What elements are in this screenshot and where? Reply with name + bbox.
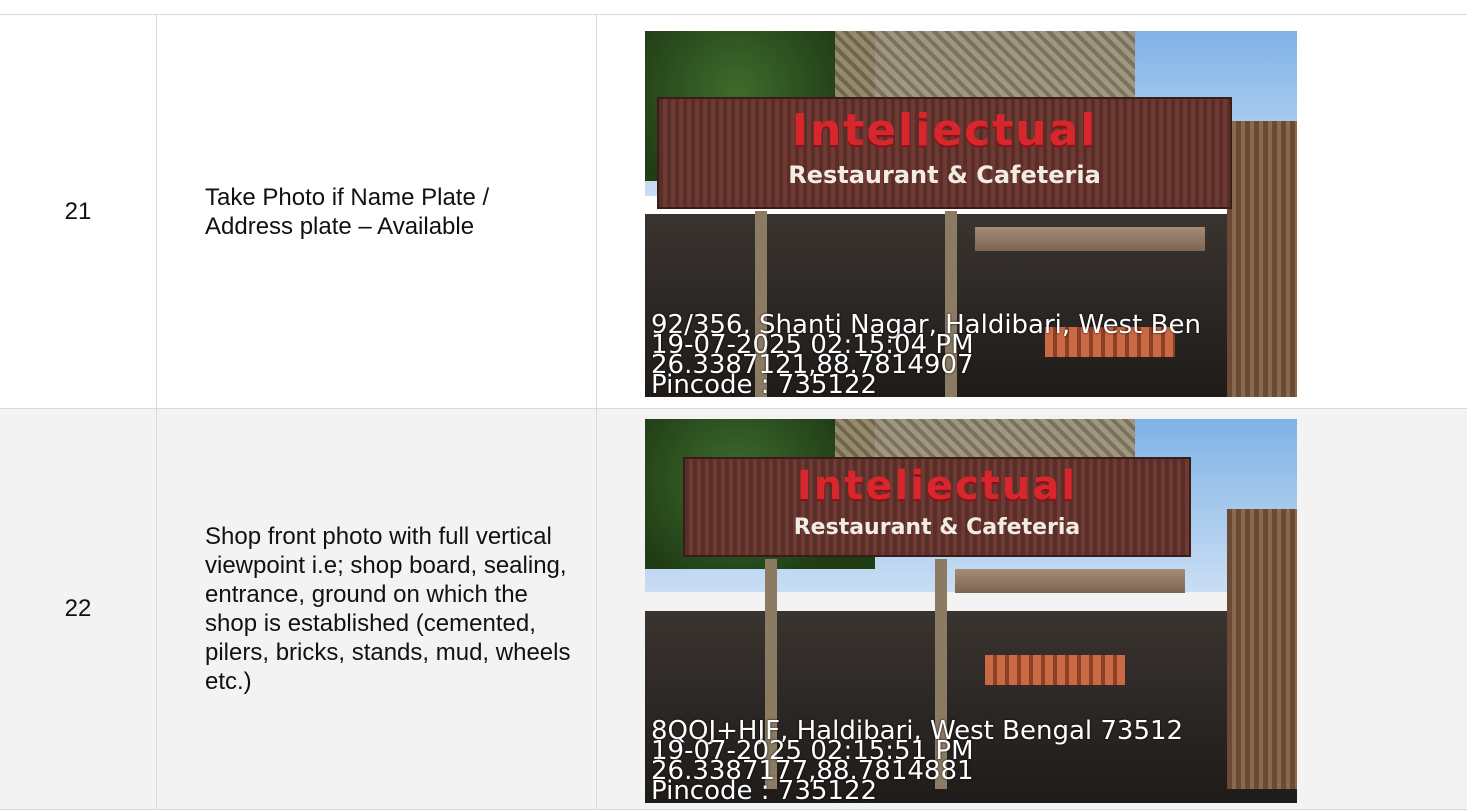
photo-tin-shed — [1227, 509, 1297, 789]
shop-photo[interactable]: Inteliectual Restaurant & Cafeteria 8QQJ… — [645, 419, 1297, 803]
geotag-overlay: 92/356, Shanti Nagar, Haldibari, West Be… — [651, 312, 1201, 397]
geotag-overlay: 8QQJ+HJF, Haldibari, West Bengal 73512 1… — [651, 718, 1183, 803]
shop-sign-title: Inteliectual — [796, 463, 1078, 509]
row-description: Shop front photo with full vertical view… — [157, 409, 597, 809]
shop-sign-board: Inteliectual Restaurant & Cafeteria — [657, 97, 1232, 209]
row-number: 22 — [0, 409, 157, 809]
photo-awning — [955, 569, 1185, 593]
row-number: 21 — [0, 15, 157, 408]
photo-cup-stack — [985, 655, 1125, 685]
photo-cell: Inteliectual Restaurant & Cafeteria 8QQJ… — [597, 409, 1467, 809]
row-description: Take Photo if Name Plate / Address plate… — [157, 15, 597, 408]
photo-tin-shed — [1227, 121, 1297, 397]
survey-table: 21 Take Photo if Name Plate / Address pl… — [0, 14, 1467, 810]
table-row: 22 Shop front photo with full vertical v… — [0, 409, 1467, 810]
shop-photo[interactable]: Inteliectual Restaurant & Cafeteria 92/3… — [645, 31, 1297, 397]
photo-awning — [975, 227, 1205, 251]
table-row: 21 Take Photo if Name Plate / Address pl… — [0, 15, 1467, 409]
shop-sign-title: Inteliectual — [791, 105, 1098, 156]
shop-sign-board: Inteliectual Restaurant & Cafeteria — [683, 457, 1191, 557]
shop-sign-subtitle: Restaurant & Cafeteria — [788, 161, 1101, 189]
shop-sign-subtitle: Restaurant & Cafeteria — [793, 515, 1081, 540]
photo-cell: Inteliectual Restaurant & Cafeteria 92/3… — [597, 15, 1467, 408]
